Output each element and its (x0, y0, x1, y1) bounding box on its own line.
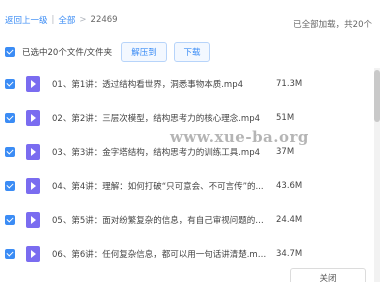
breadcrumb-separator: | (51, 15, 55, 25)
file-name: 01、第1讲：透过结构看世界，洞悉事物本质.mp4 (52, 79, 244, 90)
file-checkbox[interactable] (5, 146, 15, 157)
video-file-icon (26, 177, 40, 194)
file-name: 02、第2讲：三层次模型，结构思考力的核心理念.mp4 (52, 113, 261, 124)
file-name: 03、第3讲：金字塔结构，结构思考力的训练工具.mp4 (52, 147, 261, 158)
list-item[interactable]: 02、第2讲：三层次模型，结构思考力的核心理念.mp4 51M (0, 102, 370, 133)
file-list: 01、第1讲：透过结构看世界，洞悉事物本质.mp4 71.3M 02、第2讲：三… (0, 68, 370, 282)
file-size: 34.7M (276, 248, 303, 259)
video-file-icon (26, 143, 40, 160)
scrollbar[interactable] (374, 68, 380, 282)
top-bar: 返回上一级 | 全部 > 22469 已全部加载，共20个 (0, 0, 380, 40)
current-folder: 22469 (90, 15, 118, 25)
video-file-icon (26, 75, 40, 92)
breadcrumb-chevron: > (79, 15, 87, 25)
file-size: 71.3M (276, 78, 303, 89)
extract-to-button[interactable]: 解压到 (121, 42, 167, 62)
file-size: 43.6M (276, 180, 303, 191)
back-link[interactable]: 返回上一级 (5, 14, 48, 26)
list-item[interactable]: 04、第4讲：理解：如何打破“只可意会、不可言传”的... 43.6M (0, 170, 370, 201)
file-size: 37M (276, 146, 295, 157)
list-item[interactable]: 06、第6讲：任何复杂信息，都可以用一句话讲清楚.mp4 34.7M (0, 238, 370, 269)
breadcrumb: 返回上一级 | 全部 > 22469 (5, 14, 118, 26)
download-button[interactable]: 下载 (174, 42, 210, 62)
load-status: 已全部加载，共20个 (293, 20, 372, 30)
scrollbar-thumb[interactable] (374, 70, 380, 122)
file-name: 06、第6讲：任何复杂信息，都可以用一句话讲清楚.mp4 (52, 249, 267, 260)
list-item[interactable]: 01、第1讲：透过结构看世界，洞悉事物本质.mp4 71.3M (0, 68, 370, 99)
list-item[interactable]: 03、第3讲：金字塔结构，结构思考力的训练工具.mp4 37M (0, 136, 370, 167)
file-size: 51M (276, 112, 295, 123)
action-toolbar: 已选中20个文件/文件夹 解压到 下载 (0, 40, 380, 64)
select-all-checkbox[interactable] (5, 47, 15, 57)
file-checkbox[interactable] (5, 248, 15, 259)
video-file-icon (26, 245, 40, 262)
file-checkbox[interactable] (5, 180, 15, 191)
selected-count-label: 已选中20个文件/文件夹 (22, 48, 113, 58)
list-item[interactable]: 05、第5讲：面对纷繁复杂的信息，有自己审视问题的坐... 24.4M (0, 204, 370, 235)
file-checkbox[interactable] (5, 112, 15, 123)
close-button[interactable]: 关闭 (290, 268, 366, 282)
file-size: 24.4M (276, 214, 303, 225)
video-file-icon (26, 109, 40, 126)
video-file-icon (26, 211, 40, 228)
file-checkbox[interactable] (5, 214, 15, 225)
all-files-link[interactable]: 全部 (58, 14, 75, 26)
file-name: 04、第4讲：理解：如何打破“只可意会、不可言传”的... (52, 181, 264, 192)
file-name: 05、第5讲：面对纷繁复杂的信息，有自己审视问题的坐... (52, 215, 267, 226)
file-checkbox[interactable] (5, 78, 15, 89)
